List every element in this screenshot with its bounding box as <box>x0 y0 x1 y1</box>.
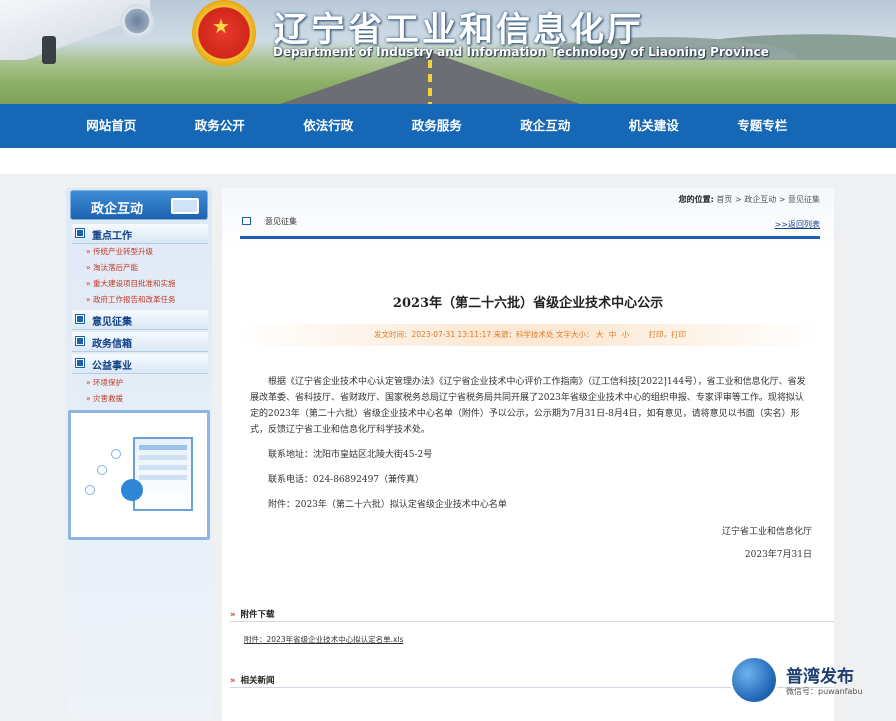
sidebar-section-label: 公益事业 <box>92 361 132 372</box>
article-title: 2023年（第二十六批）省级企业技术中心公示 <box>392 296 664 311</box>
attachments-heading: » 附件下载 <box>230 608 834 622</box>
breadcrumb-path[interactable]: 首页 > 政企互动 > 意见征集 <box>716 195 820 204</box>
article-meta: 发文时间：2023-07-31 13:11:17 来源：科学技术处 文字大小： … <box>240 324 820 346</box>
square-bullet-icon <box>76 229 84 237</box>
square-bullet-icon <box>76 337 84 345</box>
sidebar-section-opinions[interactable]: 意见征集 <box>72 310 208 330</box>
spacer <box>0 148 896 174</box>
article-meta-text: 发文时间：2023-07-31 13:11:17 来源：科学技术处 文字大小： <box>374 330 594 339</box>
sidebar-item[interactable]: 政府工作报告和改革任务 <box>86 292 206 308</box>
nav-law-administration[interactable]: 依法行政 <box>274 104 383 148</box>
print-link-2[interactable]: 打印 <box>671 330 686 339</box>
article-paragraph: 联系电话：024-86892497（兼传真） <box>268 475 425 485</box>
page-margin <box>834 174 896 721</box>
sidebar-section-label: 意见征集 <box>92 317 132 328</box>
signature-org: 辽宁省工业和信息化厅 <box>721 527 812 537</box>
nav-government-services[interactable]: 政务服务 <box>383 104 492 148</box>
related-news-heading-label: 相关新闻 <box>240 676 275 686</box>
nav-organ-building[interactable]: 机关建设 <box>600 104 709 148</box>
national-emblem-icon: ★ <box>192 0 256 66</box>
sidebar-title-label: 政企互动 <box>91 202 144 217</box>
document-icon <box>85 485 95 495</box>
back-to-list-link[interactable]: >>返回列表 <box>775 219 820 230</box>
article-body: 根据《辽宁省企业技术中心认定管理办法》《辽宁省企业技术中心评价工作指南》（辽工信… <box>250 374 812 522</box>
sidebar-section-label: 政务信箱 <box>92 339 132 350</box>
article-paragraph: 根据《辽宁省企业技术中心认定管理办法》《辽宁省企业技术中心评价工作指南》（辽工信… <box>250 377 806 435</box>
laptop-icon <box>171 198 199 214</box>
watermark-account: 微信号：puwanfabu <box>786 687 863 696</box>
article-signature: 辽宁省工业和信息化厅 2023年7月31日 <box>722 524 812 570</box>
signature-date: 2023年7月31日 <box>744 550 812 560</box>
sidebar-section-key-work[interactable]: 重点工作 <box>72 224 208 244</box>
nav-government-affairs[interactable]: 政务公开 <box>166 104 275 148</box>
sidebar-item[interactable]: 重大建设项目批准和实施 <box>86 276 206 292</box>
article-paragraph: 附件：2023年（第二十六批）拟认定省级企业技术中心名单 <box>268 500 507 510</box>
main-content: 您的位置: 首页 > 政企互动 > 意见征集 意见征集 >>返回列表 2023年… <box>222 188 834 721</box>
browser-window-icon <box>133 437 193 511</box>
sidebar-title: 政企互动 <box>70 190 208 220</box>
nav-interaction[interactable]: 政企互动 <box>491 104 600 148</box>
sidebar-item[interactable]: 淘汰落后产能 <box>86 260 206 276</box>
breadcrumb-label: 您的位置: <box>678 195 714 204</box>
globe-icon <box>111 449 121 459</box>
sidebar-section-mailbox[interactable]: 政务信箱 <box>72 332 208 352</box>
site-subtitle: Department of Industry and Information T… <box>273 45 769 59</box>
square-bullet-icon <box>76 359 84 367</box>
nav-special-topics[interactable]: 专题专栏 <box>708 104 817 148</box>
tab-label: 意见征集 <box>265 217 297 226</box>
double-chevron-icon: » <box>230 610 236 620</box>
breadcrumb: 您的位置: 首页 > 政企互动 > 意见征集 <box>679 194 820 205</box>
watermark: 普湾发布 微信号：puwanfabu <box>730 654 870 706</box>
watermark-brand: 普湾发布 <box>786 667 854 687</box>
header-banner: ★ 辽宁省工业和信息化厅 Department of Industry and … <box>0 0 896 104</box>
landing-gear-image <box>42 36 56 64</box>
article-paragraph: 联系地址：沈阳市皇姑区北陵大街45-2号 <box>268 450 433 460</box>
print-link[interactable]: 打印 <box>648 330 663 339</box>
sidebar-item[interactable]: 灾害救援 <box>86 391 206 407</box>
sidebar: 政企互动 重点工作 传统产业转型升级 淘汰落后产能 重大建设项目批准和实施 政府… <box>66 188 212 718</box>
customer-service-icon <box>121 479 143 501</box>
sidebar-section-public-welfare[interactable]: 公益事业 <box>72 354 208 374</box>
site-title: 辽宁省工业和信息化厅 <box>274 10 644 50</box>
attachments-heading-label: 附件下载 <box>240 610 275 620</box>
sidebar-item[interactable]: 传统产业转型升级 <box>86 244 206 260</box>
divider <box>240 236 820 239</box>
attachment-link[interactable]: 附件：2023年省级企业技术中心拟认定名单.xls <box>244 634 403 645</box>
sidebar-item[interactable]: 环境保护 <box>86 375 206 391</box>
double-chevron-icon: » <box>230 676 236 686</box>
globe-logo-icon <box>730 656 778 704</box>
font-size-small[interactable]: 小 <box>622 330 630 339</box>
clock-icon <box>97 465 107 475</box>
nav-home[interactable]: 网站首页 <box>57 104 166 148</box>
font-size-medium[interactable]: 中 <box>609 330 617 339</box>
font-size-large[interactable]: 大 <box>596 330 604 339</box>
sidebar-section-label: 重点工作 <box>92 231 132 242</box>
main-nav: 网站首页 政务公开 依法行政 政务服务 政企互动 机关建设 专题专栏 <box>0 104 896 148</box>
tab-opinion-collection: 意见征集 <box>242 216 297 227</box>
road-image <box>280 52 580 104</box>
document-icon <box>242 217 251 225</box>
service-promo-banner[interactable] <box>68 410 210 540</box>
square-bullet-icon <box>76 315 84 323</box>
airplane-engine-image <box>120 4 154 38</box>
